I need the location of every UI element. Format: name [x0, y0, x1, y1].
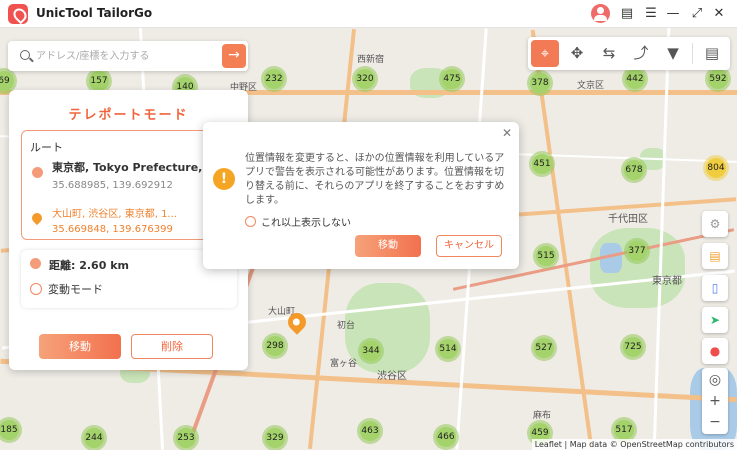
user-icon[interactable]: [591, 4, 610, 23]
start-location-coords: 35.688985, 139.692912: [52, 180, 173, 191]
location-cluster[interactable]: 298: [262, 333, 288, 359]
multi-spot-mode-icon[interactable]: ⤴: [627, 40, 655, 67]
app-title: UnicTool TailorGo: [36, 6, 153, 20]
zoom-in-button[interactable]: +: [702, 390, 728, 412]
message-icon[interactable]: ▤: [617, 4, 637, 24]
minimize-icon[interactable]: —: [663, 4, 683, 24]
location-cluster[interactable]: 185: [0, 417, 22, 443]
destination-coords: 35.669848, 139.676399: [52, 224, 173, 235]
variable-mode-label: 変動モード: [48, 283, 103, 296]
destination-icon: [29, 210, 45, 226]
title-bar: UnicTool TailorGo ▤ ☰ — ⤢ ✕: [0, 0, 737, 28]
dialog-move-button[interactable]: 移動: [355, 235, 421, 257]
toggle-icon[interactable]: ●: [702, 338, 728, 364]
search-input[interactable]: [36, 46, 216, 66]
map-label: 千代田区: [608, 214, 648, 225]
location-cluster[interactable]: 244: [81, 425, 107, 450]
location-cluster[interactable]: 804: [703, 155, 729, 181]
search-icon: [20, 50, 30, 60]
map-attribution[interactable]: Leaflet | Map data © OpenStreetMap contr…: [531, 439, 737, 450]
location-cluster[interactable]: 466: [433, 424, 459, 450]
warning-icon: !: [213, 168, 235, 190]
dialog-message: 位置情報を変更すると、ほかの位置情報を利用しているアプリで警告を表示される可能性…: [245, 153, 505, 206]
dont-show-again-label: これ以上表示しない: [261, 218, 351, 229]
location-cluster[interactable]: 329: [262, 425, 288, 450]
map-label: 初台: [337, 321, 356, 331]
dialog-cancel-button[interactable]: キャンセル: [436, 235, 502, 257]
location-cluster[interactable]: 514: [435, 336, 461, 362]
map-label: 渋谷区: [377, 371, 407, 382]
panel-title: テレポートモード: [68, 108, 189, 123]
location-cluster[interactable]: 527: [531, 335, 557, 361]
folder-icon[interactable]: ▤: [702, 243, 728, 269]
location-cluster[interactable]: 475: [439, 66, 465, 92]
location-cluster[interactable]: 320: [352, 66, 378, 92]
variable-mode-radio[interactable]: [30, 283, 42, 295]
location-cluster[interactable]: 253: [173, 425, 199, 450]
location-cluster[interactable]: 378: [527, 70, 553, 96]
mode-toolbar: ⌖ ✥ ⇆ ⤴ ▼ ▤: [528, 37, 730, 70]
send-icon[interactable]: ➤: [702, 307, 728, 333]
location-cluster[interactable]: 232: [261, 66, 287, 92]
location-cluster[interactable]: 377: [624, 238, 650, 264]
jump-teleport-mode-icon[interactable]: ▼: [659, 40, 687, 67]
location-cluster[interactable]: 451: [529, 151, 555, 177]
location-cluster[interactable]: 344: [358, 338, 384, 364]
route-label: ルート: [30, 141, 63, 154]
distance-label: 距離: 2.60 km: [49, 259, 129, 272]
close-icon[interactable]: ✕: [709, 4, 729, 24]
location-cluster[interactable]: 725: [620, 334, 646, 360]
joystick-mode-icon[interactable]: ✥: [563, 40, 591, 67]
dialog-close-icon[interactable]: ✕: [502, 126, 512, 140]
map-label: 西新宿: [357, 55, 385, 65]
maximize-icon[interactable]: ⤢: [687, 4, 707, 24]
dont-show-again-radio[interactable]: [245, 216, 256, 227]
two-spot-mode-icon[interactable]: ⇆: [595, 40, 623, 67]
move-button[interactable]: 移動: [39, 334, 121, 359]
map-label: 麻布: [533, 411, 552, 421]
location-cluster[interactable]: 463: [357, 418, 383, 444]
search-bar: →: [8, 41, 248, 71]
park-area: [345, 283, 430, 373]
toolbar-divider: [692, 43, 693, 64]
map-label: 富ヶ谷: [330, 359, 358, 369]
delete-button[interactable]: 削除: [131, 334, 213, 359]
zoom-out-button[interactable]: −: [702, 411, 728, 433]
phone-icon[interactable]: ▯: [702, 275, 728, 301]
app-logo-icon: [8, 4, 28, 24]
menu-icon[interactable]: ☰: [641, 4, 661, 24]
map-label: 東京都: [652, 276, 682, 287]
teleport-mode-icon[interactable]: ⌖: [531, 40, 559, 67]
settings-icon[interactable]: ⚙: [702, 211, 728, 237]
zoom-controls: ◎ + −: [702, 368, 728, 434]
history-icon[interactable]: ▤: [698, 40, 726, 67]
search-go-button[interactable]: →: [222, 44, 246, 68]
warning-dialog: ✕ ! 位置情報を変更すると、ほかの位置情報を利用しているアプリで警告を表示され…: [203, 122, 519, 269]
location-cluster[interactable]: 515: [533, 243, 559, 269]
distance-icon: [30, 258, 41, 269]
destination-name: 大山町, 渋谷区, 東京都, 1...: [52, 209, 177, 220]
start-location-icon: [32, 167, 43, 178]
location-cluster[interactable]: 678: [621, 157, 647, 183]
map-label: 文京区: [577, 81, 605, 91]
locate-icon[interactable]: ◎: [702, 369, 728, 391]
